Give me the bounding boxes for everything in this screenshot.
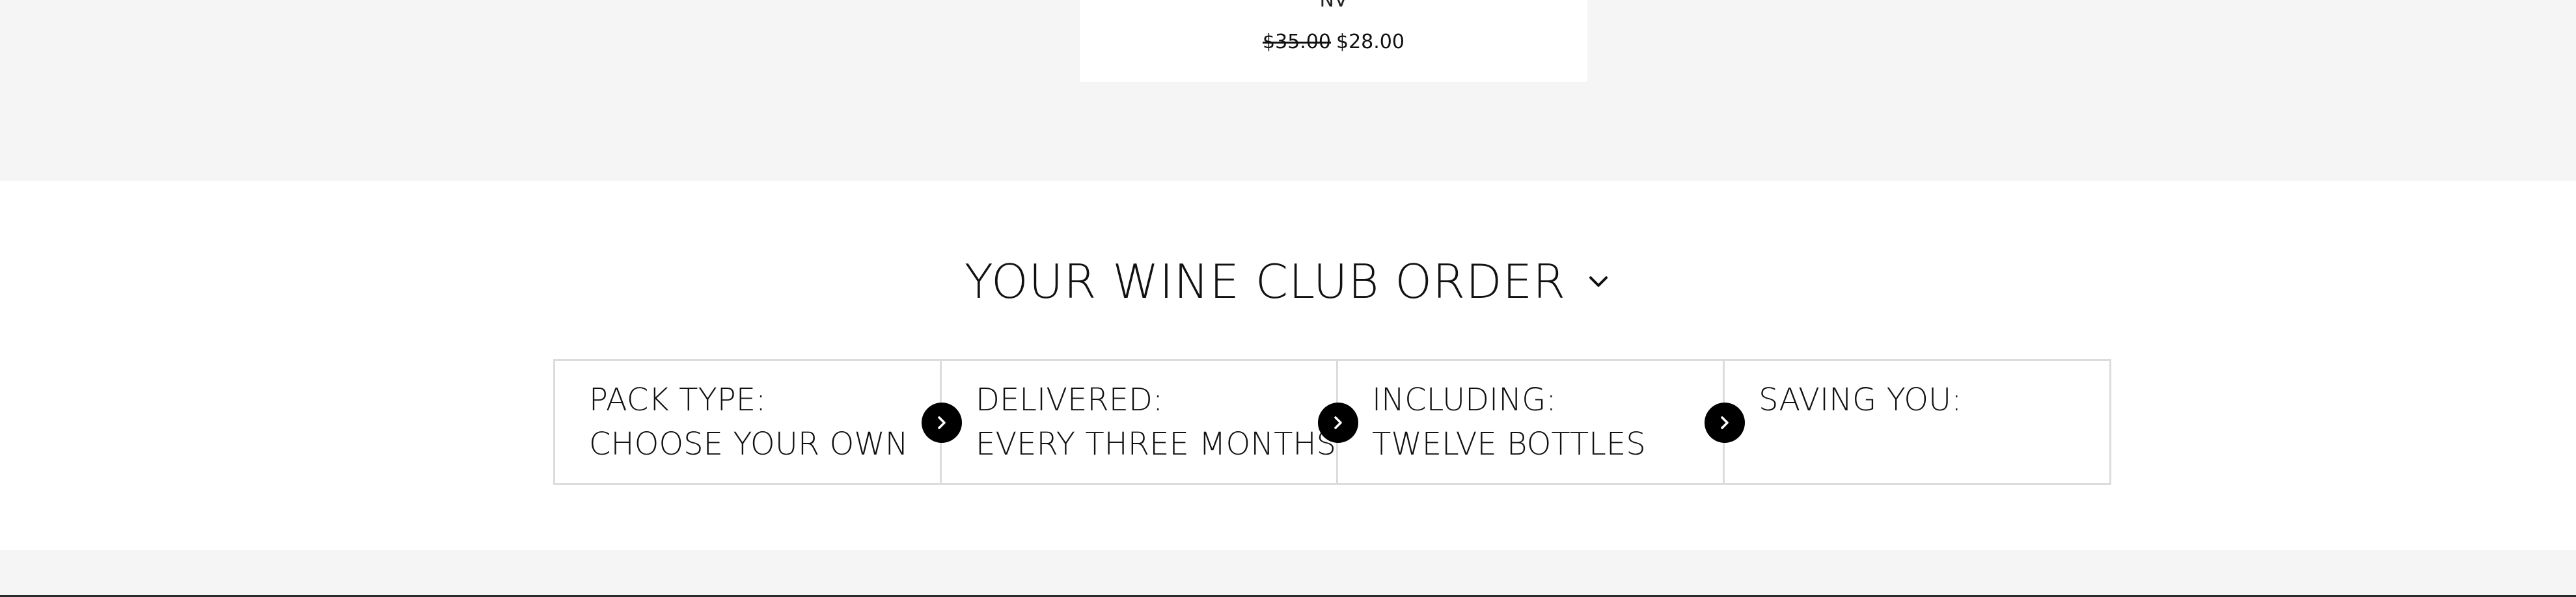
next-step-button[interactable]: [1318, 403, 1359, 443]
product-card[interactable]: NV $35.00 $28.00: [1080, 0, 1587, 82]
delivered-label: DELIVERED:: [976, 382, 1164, 418]
product-vintage: NV: [1319, 0, 1348, 12]
chevron-right-icon: [1334, 416, 1342, 429]
saving-label: SAVING YOU:: [1759, 382, 1962, 418]
footer-band: [0, 550, 2576, 597]
order-heading-toggle[interactable]: YOUR WINE CLUB ORDER: [0, 252, 2576, 311]
summary-including[interactable]: INCLUDING: TWELVE BOTTLES: [1338, 361, 1746, 483]
summary-delivered[interactable]: DELIVERED: EVERY THREE MONTHS: [942, 361, 1359, 483]
order-heading: YOUR WINE CLUB ORDER: [964, 254, 1567, 309]
next-step-button[interactable]: [1705, 403, 1746, 443]
summary-pack-type[interactable]: PACK TYPE: CHOOSE YOUR OWN: [555, 361, 962, 483]
sale-price: $28.00: [1336, 31, 1404, 53]
wine-club-order-section: YOUR WINE CLUB ORDER PACK TYPE: CHOOSE Y…: [0, 181, 2576, 550]
pack-type-label: PACK TYPE:: [589, 382, 767, 418]
summary-saving[interactable]: SAVING YOU:: [1725, 361, 2109, 483]
next-step-button[interactable]: [922, 403, 962, 443]
pack-type-value: CHOOSE YOUR OWN: [589, 426, 909, 462]
chevron-right-icon: [938, 416, 946, 429]
original-price: $35.00: [1263, 31, 1331, 53]
product-price: $35.00 $28.00: [1080, 31, 1587, 54]
delivered-value: EVERY THREE MONTHS: [976, 426, 1337, 462]
chevron-down-icon: [1585, 269, 1611, 295]
including-value: TWELVE BOTTLES: [1372, 426, 1646, 462]
order-summary: PACK TYPE: CHOOSE YOUR OWN DELIVERED: EV…: [553, 359, 2111, 485]
including-label: INCLUDING:: [1372, 382, 1557, 418]
product-grid-band: NV $35.00 $28.00: [0, 0, 2576, 181]
chevron-right-icon: [1721, 416, 1729, 429]
